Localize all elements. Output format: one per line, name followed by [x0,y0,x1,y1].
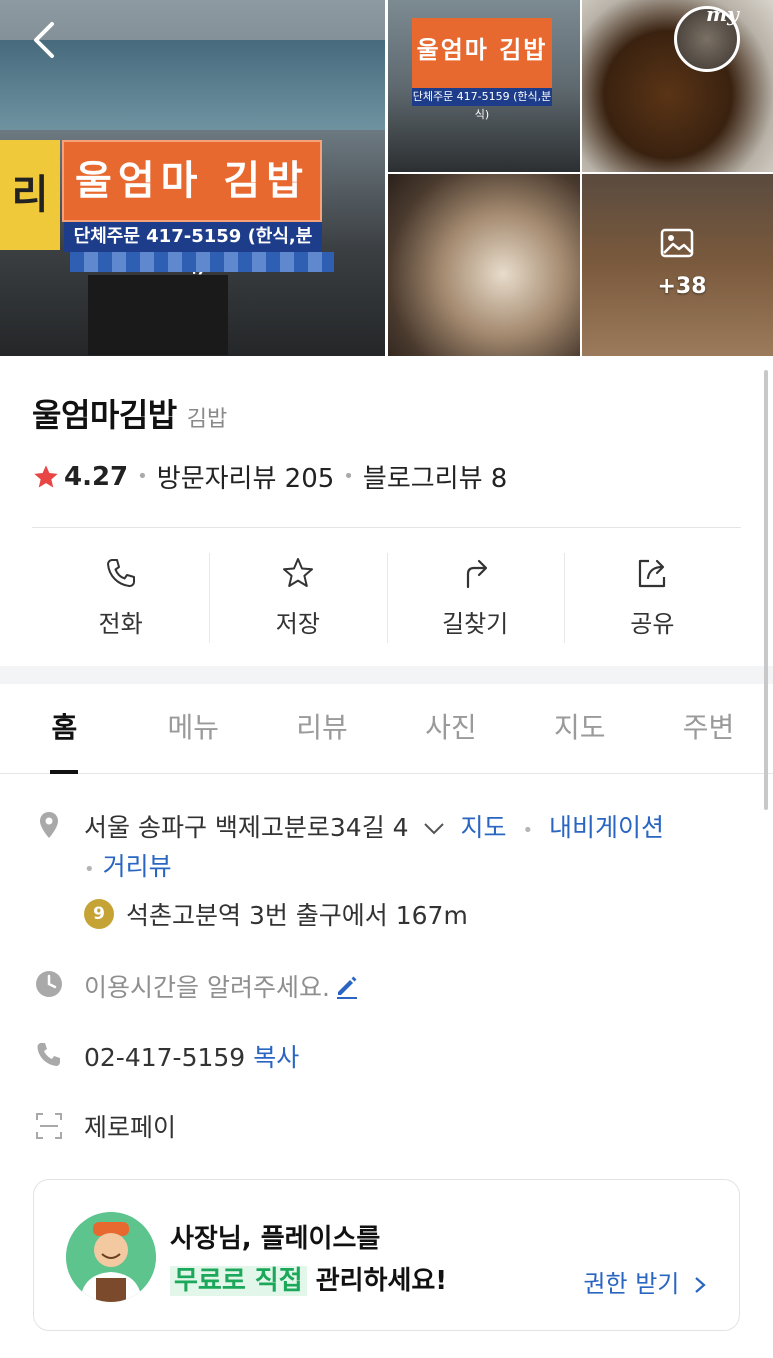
place-name: 울엄마김밥 [32,396,177,434]
shop-entrance [88,275,228,355]
place-category: 김밥 [186,407,228,432]
share-icon [639,559,666,588]
save-label: 저장 [275,610,320,638]
share-label: 공유 [630,610,675,638]
tab-reviews[interactable]: 리뷰 [258,684,387,773]
owner-card-subtitle-rest: 관리하세요! [306,1266,448,1296]
station-row: 9 석촌고분역 3번 출구에서 167m [84,896,468,932]
tab-map[interactable]: 지도 [515,684,644,773]
location-pin-icon [40,812,58,838]
tab-home[interactable]: 홈 [0,684,129,773]
place-header: 울엄마김밥 김밥 [32,390,227,436]
map-link[interactable]: 지도 [460,813,506,842]
shop-owner-icon [66,1212,156,1302]
tab-nearby[interactable]: 주변 [644,684,773,773]
owner-card-highlight: 무료로 직접 [170,1266,307,1296]
store-sign-small: 울엄마 김밥 [412,18,552,88]
scan-icon [36,1113,62,1139]
copy-button[interactable]: 복사 [253,1043,299,1072]
separator-dot: • [137,466,148,487]
divider [32,527,741,528]
star-icon [34,464,58,487]
owner-claim-card[interactable]: 사장님, 플레이스를 무료로 직접 관리하세요! 권한 받기 [33,1179,740,1331]
hours-prompt: 이용시간을 알려주세요. [84,973,330,1002]
separator-dot: • [84,859,95,880]
phone-row: 02-417-5159 복사 [84,1038,299,1074]
action-bar: 전화 저장 길찾기 공유 [32,553,741,643]
clock-icon [36,971,62,997]
store-sign: 울엄마 김밥 [62,140,322,222]
claim-permission-button[interactable]: 권한 받기 [583,1264,707,1299]
owner-card-subtitle: 무료로 직접 관리하세요! [170,1260,447,1297]
separator-dot: • [522,820,534,841]
my-badge: my [706,2,739,26]
claim-permission-label: 권한 받기 [583,1270,680,1298]
navigation-link[interactable]: 내비게이션 [549,813,664,842]
directions-label: 길찾기 [442,610,509,638]
pencil-icon[interactable] [334,973,360,999]
blog-reviews-link[interactable]: 블로그리뷰 8 [363,458,507,495]
visitor-reviews-link[interactable]: 방문자리뷰 205 [157,458,335,495]
phone-icon [106,559,135,587]
neighbor-sign: 리 [0,140,60,250]
scrollbar[interactable] [764,370,768,810]
address-text: 서울 송파구 백제고분로34길 4 [84,813,409,842]
save-button[interactable]: 저장 [209,553,386,643]
image-icon [660,228,694,258]
owner-card-title: 사장님, 플레이스를 [170,1224,381,1254]
star-outline-icon [282,558,313,587]
back-arrow-icon[interactable] [28,20,62,60]
station-text: 석촌고분역 3번 출구에서 167m [126,901,468,930]
awning [70,252,334,272]
chevron-right-icon [695,1277,706,1293]
store-sign-small-phone: 단체주문 417-5159 (한식,분식) [412,88,552,121]
phone-icon [37,1043,60,1066]
photo-kimbap[interactable] [582,174,773,356]
tab-photos[interactable]: 사진 [386,684,515,773]
directions-button[interactable]: 길찾기 [386,553,564,643]
address-row: 서울 송파구 백제고분로34길 4 지도 • 내비게이션 [84,808,664,844]
directions-icon [467,559,488,589]
hours-row[interactable]: 이용시간을 알려주세요. [84,968,360,1004]
photo-gallery[interactable]: 리 울엄마 김밥 단체주문 417-5159 (한식,분식) 울엄마 김밥 단체… [0,0,773,356]
street-view-link[interactable]: 거리뷰 [103,852,172,881]
street-view-row: • 거리뷰 [84,847,172,883]
call-label: 전화 [98,610,143,638]
rating-row: 4.27 • 방문자리뷰 205 • 블로그리뷰 8 [32,458,507,495]
call-button[interactable]: 전화 [32,553,209,643]
section-gap [0,666,773,684]
subway-line-badge: 9 [84,899,114,929]
separator-dot: • [343,466,354,487]
photo-count[interactable]: +38 [652,274,712,299]
share-button[interactable]: 공유 [563,553,741,643]
payment-method: 제로페이 [84,1113,177,1142]
rating-value: 4.27 [64,461,129,492]
tab-menu[interactable]: 메뉴 [129,684,258,773]
phone-number[interactable]: 02-417-5159 [84,1043,245,1072]
photo-dessert[interactable] [388,174,580,356]
chevron-down-icon[interactable] [423,822,445,836]
store-sign-phone: 단체주문 417-5159 (한식,분식) [64,222,322,277]
tab-bar: 홈 메뉴 리뷰 사진 지도 주변 [0,684,773,774]
owner-illustration [66,1212,156,1302]
